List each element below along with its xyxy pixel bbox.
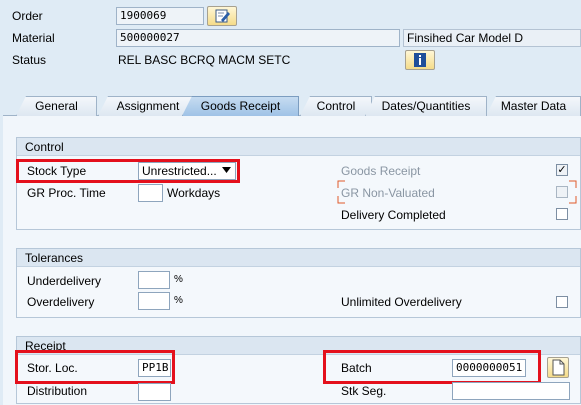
overdelivery-input[interactable] xyxy=(138,292,170,310)
distribution-input[interactable] xyxy=(138,383,171,401)
highlight-stor-loc xyxy=(15,350,175,384)
stk-seg-label: Stk Seg. xyxy=(341,384,387,398)
status-value: REL BASC BCRQ MACM SETC xyxy=(118,53,291,67)
unlimited-overdelivery-label: Unlimited Overdelivery xyxy=(341,295,462,309)
tab-dates-quantities[interactable]: Dates/Quantities xyxy=(365,96,487,116)
tab-general[interactable]: General xyxy=(16,96,97,116)
order-field[interactable]: 1900069 xyxy=(116,7,204,25)
tab-control[interactable]: Control xyxy=(300,96,372,116)
overdelivery-label: Overdelivery xyxy=(27,295,95,309)
focus-marker-icon xyxy=(337,180,577,204)
status-label: Status xyxy=(12,53,47,67)
delivery-completed-label: Delivery Completed xyxy=(341,208,446,222)
material-field[interactable]: 500000027 xyxy=(116,29,400,47)
tab-master-data[interactable]: Master Data xyxy=(486,96,581,116)
unlimited-overdelivery-checkbox[interactable] xyxy=(556,296,568,308)
gr-proc-time-unit: Workdays xyxy=(167,186,221,200)
batch-create-button[interactable] xyxy=(547,357,569,378)
underdelivery-input[interactable] xyxy=(138,271,170,289)
document-icon xyxy=(552,359,565,376)
order-label: Order xyxy=(12,9,43,23)
info-icon xyxy=(414,53,426,67)
material-label: Material xyxy=(12,31,55,45)
stk-seg-input[interactable] xyxy=(452,382,570,400)
status-info-button[interactable] xyxy=(405,50,435,70)
edit-order-button[interactable] xyxy=(207,6,237,26)
material-description: Finsihed Car Model D xyxy=(403,29,581,47)
highlight-stock-type xyxy=(16,159,240,183)
goods-receipt-checkbox[interactable]: ✓ xyxy=(556,164,568,176)
control-group-title: Control xyxy=(17,138,580,156)
delivery-completed-checkbox[interactable] xyxy=(556,208,568,220)
highlight-batch xyxy=(323,350,541,384)
overdelivery-unit: % xyxy=(174,295,183,306)
underdelivery-unit: % xyxy=(174,274,183,285)
tab-goods-receipt[interactable]: Goods Receipt xyxy=(182,96,299,116)
gr-proc-time-input[interactable] xyxy=(138,184,163,202)
gr-non-valuated-checkbox[interactable] xyxy=(556,186,568,198)
distribution-label: Distribution xyxy=(27,384,88,398)
tolerances-group-title: Tolerances xyxy=(17,249,580,267)
goods-receipt-label: Goods Receipt xyxy=(341,164,421,178)
tab-assignment[interactable]: Assignment xyxy=(98,96,198,116)
edit-icon xyxy=(215,9,230,23)
gr-proc-time-label: GR Proc. Time xyxy=(27,186,106,200)
underdelivery-label: Underdelivery xyxy=(27,274,102,288)
